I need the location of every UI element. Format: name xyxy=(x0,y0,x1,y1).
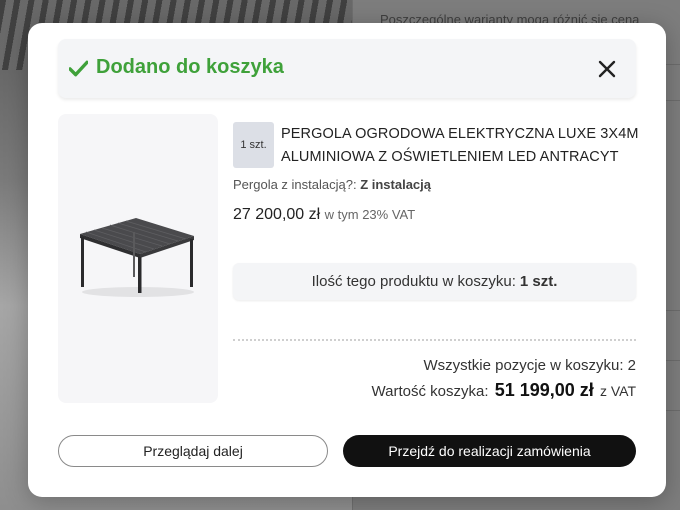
added-to-cart-modal: Dodano do koszyka 1 szt. PERGOLA OGRODOW… xyxy=(28,23,666,497)
cart-quantity-value: 1 szt. xyxy=(519,273,558,290)
cart-total-value: Wartość koszyka: 51 199,00 zł z VAT xyxy=(372,380,636,401)
variant-label: Pergola z instalacją?: xyxy=(233,177,361,192)
modal-title: Dodano do koszyka xyxy=(96,56,284,78)
pergola-image xyxy=(80,218,194,297)
total-items-label: Wszystkie pozycje w koszyku: xyxy=(423,357,624,374)
price-value: 27 200,00 zł xyxy=(233,206,321,223)
check-icon xyxy=(69,60,88,77)
dotted-divider xyxy=(233,339,636,341)
product-price: 27 200,00 zł w tym 23% VAT xyxy=(233,206,415,224)
close-icon[interactable] xyxy=(596,58,618,80)
quantity-badge: 1 szt. xyxy=(233,122,274,168)
modal-header: Dodano do koszyka xyxy=(58,39,636,98)
total-value-amount: 51 199,00 zł xyxy=(494,380,594,400)
total-value-vat: z VAT xyxy=(599,383,636,399)
total-items-count: 2 xyxy=(627,357,636,374)
cart-quantity-info: Ilość tego produktu w koszyku: 1 szt. xyxy=(233,263,636,300)
total-value-label: Wartość koszyka: xyxy=(371,383,489,400)
continue-shopping-button[interactable]: Przeglądaj dalej xyxy=(58,435,328,467)
price-vat: w tym 23% VAT xyxy=(324,207,416,222)
product-image xyxy=(58,114,218,403)
cart-total-items: Wszystkie pozycje w koszyku: 2 xyxy=(423,357,636,374)
product-name: PERGOLA OGRODOWA ELEKTRYCZNA LUXE 3X4M A… xyxy=(281,126,639,165)
product-variant: Pergola z instalacją?: Z instalacją xyxy=(233,177,431,192)
variant-value: Z instalacją xyxy=(360,177,431,192)
cart-quantity-label: Ilość tego produktu w koszyku: xyxy=(311,273,516,290)
checkout-button[interactable]: Przejdź do realizacji zamówienia xyxy=(343,435,636,467)
